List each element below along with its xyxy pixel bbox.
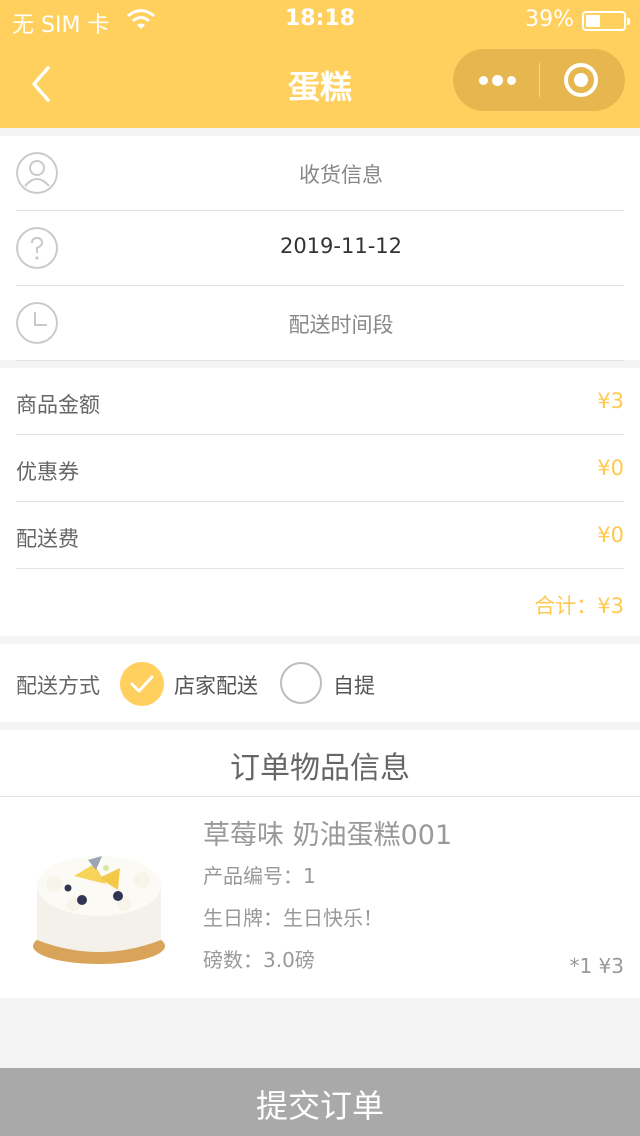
order-items-section: 订单物品信息 草莓味 奶油蛋糕001 产品编号：1 生日牌：生日快乐！ 磅数：3…: [0, 730, 640, 998]
price-row: 商品金额 ¥3: [16, 368, 624, 435]
delivery-method-section: 配送方式 店家配送 自提: [0, 644, 640, 722]
product-weight: 磅数：3.0磅: [203, 948, 315, 972]
price-row-value: ¥3: [597, 389, 624, 413]
more-menu-icon[interactable]: [453, 49, 539, 111]
price-row-label: 商品金额: [16, 393, 100, 417]
time-slot-row[interactable]: 配送时间段: [16, 286, 624, 361]
top-bar: 无 SIM 卡 18:18 39% 蛋糕: [0, 0, 640, 128]
product-number: 产品编号：1: [203, 864, 316, 888]
mini-program-capsule: [453, 49, 625, 111]
battery-icon: [582, 11, 630, 31]
store-delivery-label[interactable]: 店家配送: [174, 670, 258, 700]
check-icon: [130, 675, 154, 693]
close-target-icon[interactable]: [539, 49, 625, 111]
delivery-date-value: 2019-11-12: [279, 234, 403, 258]
delivery-fee-value: ¥0: [597, 523, 624, 547]
delivery-date-row[interactable]: 2019-11-12: [16, 211, 624, 286]
submit-order-button[interactable]: 提交订单: [0, 1068, 640, 1136]
quantity-price: *1 ¥3: [569, 954, 624, 978]
product-name: 草莓味 奶油蛋糕001: [203, 820, 453, 851]
receiver-info-label: 收货信息: [299, 163, 383, 187]
receiver-info-row[interactable]: 收货信息: [16, 136, 624, 211]
nav-bar: 蛋糕: [0, 40, 640, 128]
time-slot-label: 配送时间段: [288, 313, 394, 337]
coupon-row[interactable]: 优惠券 ¥0: [16, 435, 624, 502]
birthday-card-text: 生日牌：生日快乐！: [203, 906, 383, 930]
total-amount: 合计：¥3: [534, 594, 624, 618]
cake-image: [33, 856, 165, 964]
delivery-info-section: 收货信息 2019-11-12 配送时间段: [0, 136, 640, 361]
pricing-section: 商品金额 ¥3 优惠券 ¥0 配送费 ¥0 合计：¥3: [0, 368, 640, 636]
store-delivery-radio[interactable]: [120, 662, 164, 706]
battery-percent: 39%: [525, 7, 574, 32]
delivery-method-label: 配送方式: [16, 674, 100, 698]
status-bar: 无 SIM 卡 18:18 39%: [0, 0, 640, 40]
coupon-row-label: 优惠券: [16, 460, 79, 484]
coupon-row-value: ¥0: [597, 456, 624, 480]
delivery-fee-label: 配送费: [16, 527, 79, 551]
self-pickup-label[interactable]: 自提: [333, 670, 375, 700]
order-items-title: 订单物品信息: [0, 730, 640, 797]
delivery-fee-row: 配送费 ¥0: [16, 502, 624, 569]
self-pickup-radio[interactable]: [280, 662, 322, 704]
